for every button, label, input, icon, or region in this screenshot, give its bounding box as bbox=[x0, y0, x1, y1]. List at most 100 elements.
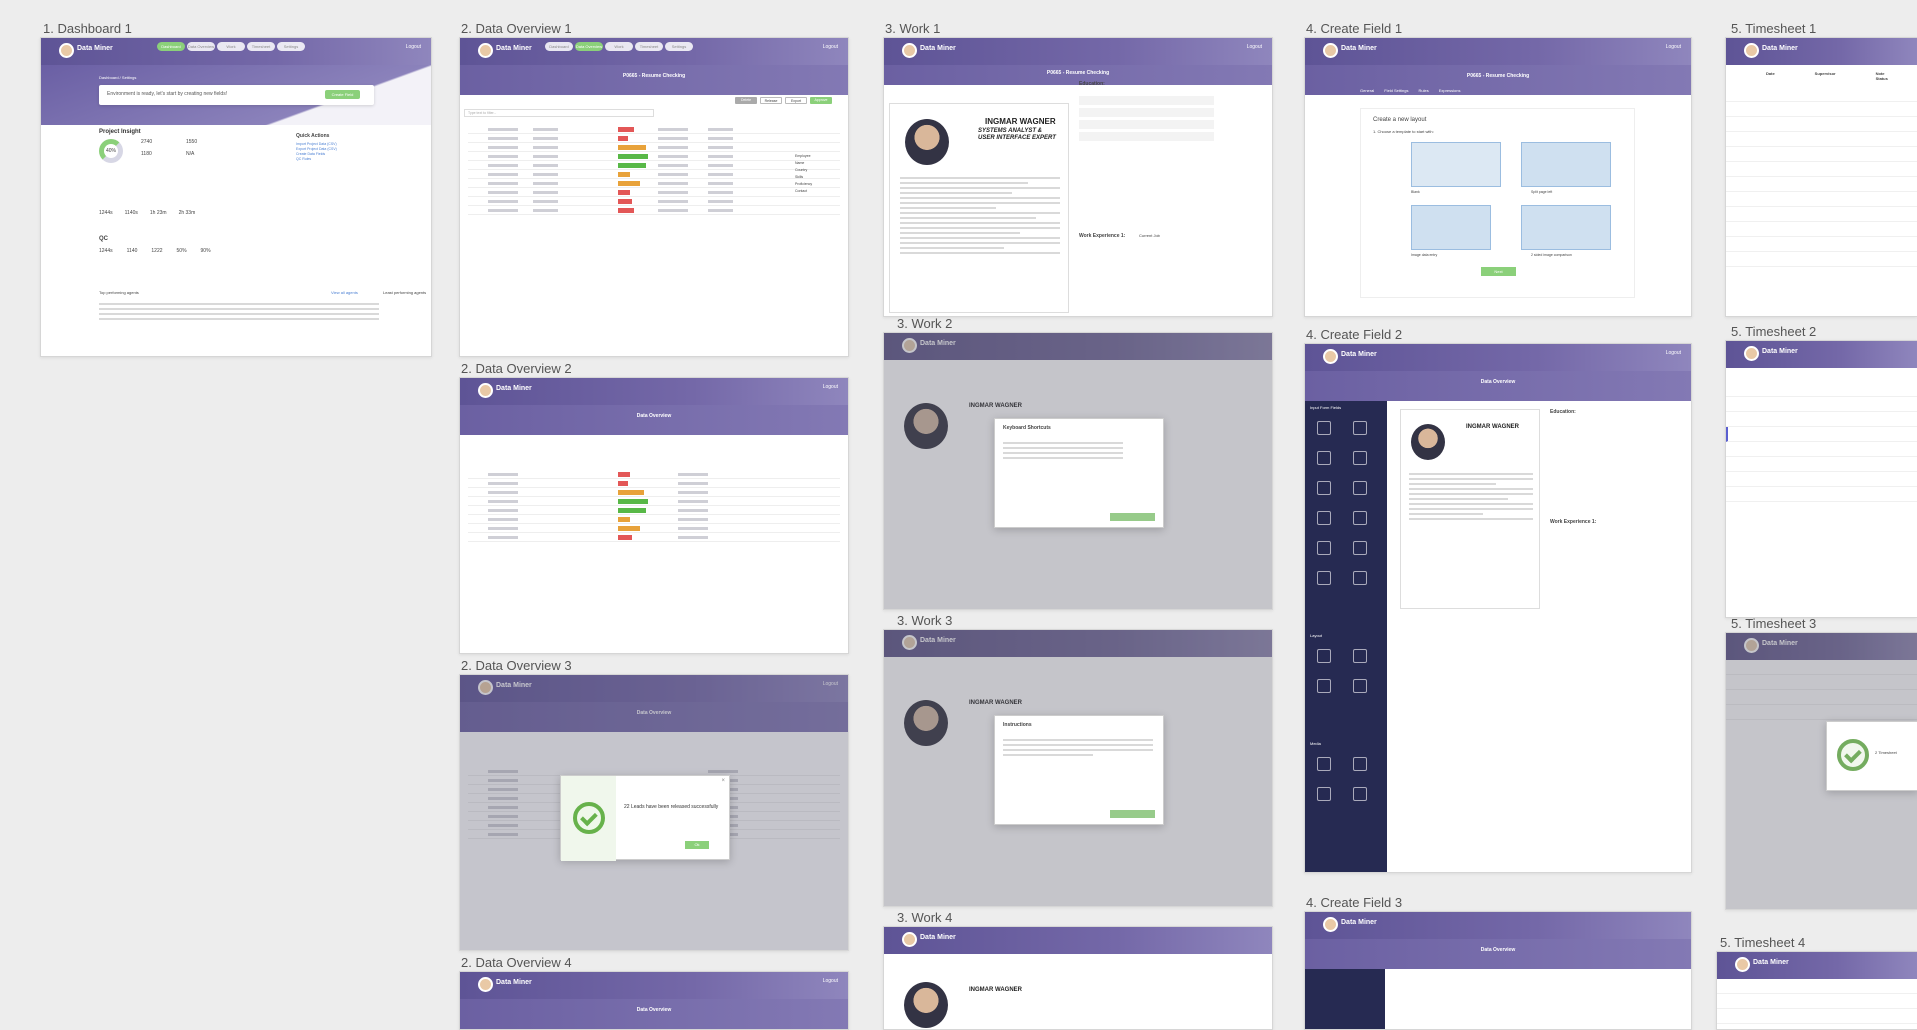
number-icon[interactable] bbox=[1317, 541, 1331, 555]
table-row[interactable] bbox=[1726, 192, 1917, 207]
view-all-agents-link[interactable]: View all agents bbox=[331, 290, 358, 295]
table-row[interactable] bbox=[1717, 1009, 1917, 1024]
board-data-overview-3[interactable]: Data Miner Logout Data Overview 22 Leads … bbox=[459, 674, 849, 951]
nav-settings[interactable]: Settings bbox=[277, 42, 305, 51]
table-row[interactable] bbox=[1726, 382, 1917, 397]
logout-link[interactable]: Logout bbox=[406, 44, 421, 50]
table-row[interactable] bbox=[1726, 222, 1917, 237]
table-row[interactable] bbox=[468, 134, 840, 143]
table-row[interactable] bbox=[468, 125, 840, 134]
template-blank[interactable] bbox=[1411, 142, 1501, 187]
gallery-icon[interactable] bbox=[1317, 787, 1331, 801]
table-row[interactable] bbox=[1726, 487, 1917, 502]
table-row[interactable] bbox=[1726, 457, 1917, 472]
spacer-icon[interactable] bbox=[1317, 679, 1331, 693]
filter-item[interactable]: Country bbox=[795, 167, 812, 174]
confirm-button[interactable] bbox=[1110, 810, 1155, 818]
tab-rules[interactable]: Rules bbox=[1418, 88, 1428, 93]
table-row[interactable] bbox=[468, 161, 840, 170]
user-avatar[interactable] bbox=[1323, 43, 1338, 58]
user-avatar[interactable] bbox=[1735, 957, 1750, 972]
table-row[interactable] bbox=[468, 524, 840, 533]
user-avatar[interactable] bbox=[478, 383, 493, 398]
url-icon[interactable] bbox=[1353, 511, 1367, 525]
table-row[interactable] bbox=[1726, 87, 1917, 102]
nav-settings[interactable]: Settings bbox=[665, 42, 693, 51]
board-create-field-1[interactable]: Data Miner Logout P0665 - Resume Checking… bbox=[1304, 37, 1692, 317]
filter-item[interactable]: Skills bbox=[795, 174, 812, 181]
table-row[interactable] bbox=[468, 206, 840, 215]
table-row[interactable] bbox=[1726, 412, 1917, 427]
board-create-field-2[interactable]: Data Miner Logout Data Overview Input For… bbox=[1304, 343, 1692, 873]
table-row[interactable] bbox=[1726, 177, 1917, 192]
user-avatar[interactable] bbox=[1744, 346, 1759, 361]
template-two-sided-comparison[interactable] bbox=[1521, 205, 1611, 250]
nav-timesheet[interactable]: Timesheet bbox=[247, 42, 275, 51]
date-icon[interactable] bbox=[1317, 571, 1331, 585]
filter-item[interactable]: Proficiency bbox=[795, 181, 812, 188]
board-timesheet-1[interactable]: Data Miner Date Supervisor Note Status bbox=[1725, 37, 1917, 317]
filter-input[interactable]: Type text to filter... bbox=[464, 109, 654, 117]
email-icon[interactable] bbox=[1317, 511, 1331, 525]
nav-timesheet[interactable]: Timesheet bbox=[635, 42, 663, 51]
education-fields[interactable] bbox=[1079, 93, 1214, 144]
nav-work[interactable]: Work bbox=[605, 42, 633, 51]
table-row[interactable] bbox=[468, 179, 840, 188]
nav-data-overview[interactable]: Data Overview bbox=[187, 42, 215, 51]
table-row[interactable] bbox=[1726, 132, 1917, 147]
video-icon[interactable] bbox=[1353, 757, 1367, 771]
table-row[interactable] bbox=[468, 533, 840, 542]
table-row[interactable] bbox=[1726, 117, 1917, 132]
table-row[interactable] bbox=[468, 143, 840, 152]
table-row[interactable] bbox=[1717, 994, 1917, 1009]
table-row[interactable] bbox=[468, 479, 840, 488]
board-timesheet-4[interactable]: Data Miner bbox=[1716, 951, 1917, 1030]
tab-general[interactable]: General bbox=[1360, 88, 1374, 93]
user-avatar[interactable] bbox=[902, 43, 917, 58]
user-avatar[interactable] bbox=[902, 932, 917, 947]
board-create-field-3[interactable]: Data Miner Data Overview bbox=[1304, 911, 1692, 1030]
table-row[interactable] bbox=[468, 515, 840, 524]
confirm-button[interactable] bbox=[1110, 513, 1155, 521]
board-timesheet-3[interactable]: Data Miner 2 Timesheet bbox=[1725, 632, 1917, 910]
user-avatar[interactable] bbox=[59, 43, 74, 58]
checkbox-icon[interactable] bbox=[1317, 481, 1331, 495]
time-icon[interactable] bbox=[1353, 571, 1367, 585]
user-avatar[interactable] bbox=[478, 977, 493, 992]
board-dashboard-1[interactable]: Data Miner Dashboard Data Overview Work … bbox=[40, 37, 432, 357]
board-data-overview-2[interactable]: Data Miner Logout Data Overview bbox=[459, 377, 849, 654]
delete-button[interactable]: Delete bbox=[735, 97, 757, 104]
filter-item[interactable]: Employee bbox=[795, 153, 812, 160]
logout-link[interactable]: Logout bbox=[823, 384, 838, 390]
board-data-overview-1[interactable]: Data Miner Dashboard Data Overview Work … bbox=[459, 37, 849, 357]
table-row[interactable] bbox=[1726, 252, 1917, 267]
nav-data-overview[interactable]: Data Overview bbox=[575, 42, 603, 51]
table-row[interactable] bbox=[468, 197, 840, 206]
ok-button[interactable]: Ok bbox=[685, 841, 709, 849]
filter-item[interactable]: Name bbox=[795, 160, 812, 167]
board-work-2[interactable]: Data Miner INGMAR WAGNER Keyboard Shortc… bbox=[883, 332, 1273, 610]
current-job-checkbox[interactable]: Current Job bbox=[1139, 233, 1160, 238]
logout-link[interactable]: Logout bbox=[1666, 44, 1681, 50]
table-row[interactable] bbox=[468, 506, 840, 515]
image-icon[interactable] bbox=[1317, 757, 1331, 771]
logout-link[interactable]: Logout bbox=[823, 978, 838, 984]
quick-action-link[interactable]: QC Rules bbox=[296, 157, 337, 162]
board-data-overview-4[interactable]: Data Miner Logout Data Overview bbox=[459, 971, 849, 1030]
tab-field-settings[interactable]: Field Settings bbox=[1384, 88, 1408, 93]
board-timesheet-2[interactable]: Data Miner bbox=[1725, 340, 1917, 618]
audio-icon[interactable] bbox=[1353, 787, 1367, 801]
user-avatar[interactable] bbox=[478, 43, 493, 58]
export-button[interactable]: Export bbox=[785, 97, 807, 104]
next-button[interactable]: Next bbox=[1481, 267, 1516, 276]
table-row[interactable] bbox=[468, 170, 840, 179]
table-row[interactable] bbox=[1726, 147, 1917, 162]
table-row[interactable] bbox=[468, 152, 840, 161]
title-icon[interactable] bbox=[1317, 649, 1331, 663]
board-work-4[interactable]: Data Miner INGMAR WAGNER bbox=[883, 926, 1273, 1030]
radio-button-icon[interactable] bbox=[1353, 451, 1367, 465]
table-row-selected[interactable] bbox=[1726, 427, 1917, 442]
user-avatar[interactable] bbox=[1323, 349, 1338, 364]
nav-dashboard[interactable]: Dashboard bbox=[157, 42, 185, 51]
template-image-data-entry[interactable] bbox=[1411, 205, 1491, 250]
